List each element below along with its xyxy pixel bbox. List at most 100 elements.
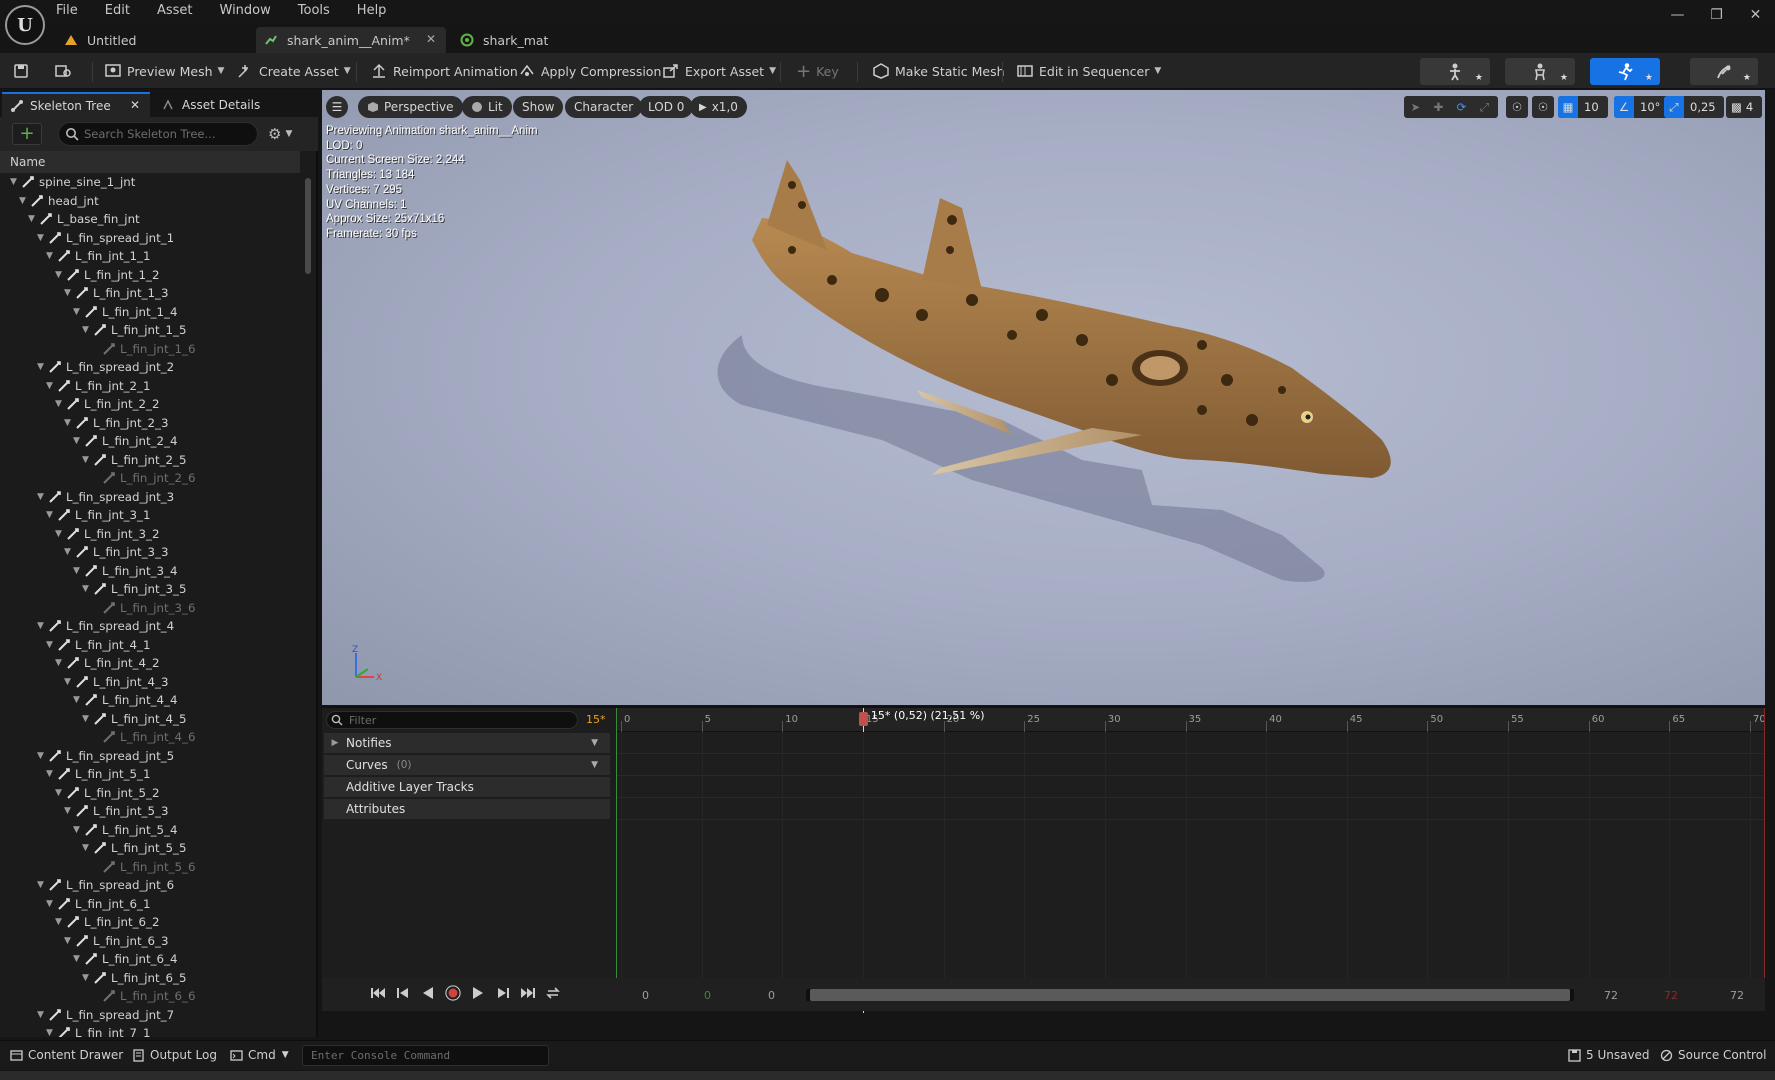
bone-tree-item[interactable]: L_fin_jnt_3_6 <box>0 599 303 618</box>
bone-tree-item[interactable]: ▼ L_fin_jnt_7_1 <box>0 1024 303 1037</box>
tab-shark-anim[interactable]: shark_anim__Anim* ✕ <box>256 27 446 53</box>
expand-arrow-icon[interactable]: ▼ <box>82 455 93 465</box>
bone-tree-item[interactable]: ▼ L_fin_spread_jnt_7 <box>0 1006 303 1025</box>
bone-tree-item[interactable]: ▼ L_fin_jnt_5_4 <box>0 821 303 840</box>
expand-arrow-icon[interactable]: ▼ <box>46 1028 57 1037</box>
expand-arrow-icon[interactable]: ▼ <box>37 492 48 502</box>
expand-arrow-icon[interactable]: ▼ <box>19 196 30 206</box>
expand-arrow-icon[interactable]: ▼ <box>64 677 75 687</box>
bone-tree-item[interactable]: ▼ L_fin_jnt_6_1 <box>0 895 303 914</box>
timeline-tracks-area[interactable]: 0 5 10 15 20 25 30 35 40 45 50 55 60 65 70 15* (0,52) … <box>616 708 1766 1013</box>
cmd-dropdown[interactable]: Cmd ▼ <box>230 1048 289 1062</box>
expand-arrow-icon[interactable]: ▼ <box>82 325 93 335</box>
bone-tree-item[interactable]: ▼ L_fin_jnt_3_4 <box>0 562 303 581</box>
expand-arrow-icon[interactable]: ▼ <box>82 843 93 853</box>
working-end-value[interactable]: 72 <box>1604 989 1618 1002</box>
expand-arrow-icon[interactable]: ▼ <box>64 418 75 428</box>
view-range-thumb[interactable] <box>810 989 1571 1001</box>
unreal-logo-icon[interactable]: U <box>5 5 45 45</box>
tab-asset-details[interactable]: Asset Details <box>156 92 306 117</box>
bone-tree-item[interactable]: ▼ L_fin_jnt_3_1 <box>0 506 303 525</box>
bone-tree-item[interactable]: ▼ L_fin_jnt_3_5 <box>0 580 303 599</box>
bone-tree-item[interactable]: ▼ L_fin_jnt_2_3 <box>0 414 303 433</box>
preview-viewport[interactable]: ☰ Perspective Lit Show Character LOD 0 ▶… <box>322 90 1765 705</box>
bone-tree-item[interactable]: ▼ L_fin_spread_jnt_6 <box>0 876 303 895</box>
create-asset-button[interactable]: Create Asset ▼ <box>236 59 351 83</box>
expand-arrow-icon[interactable]: ▼ <box>73 566 84 576</box>
bone-tree-item[interactable]: ▼ L_fin_jnt_1_5 <box>0 321 303 340</box>
rotation-snap-button[interactable]: ∠ 10° <box>1614 96 1670 118</box>
apply-compression-button[interactable]: Apply Compression <box>518 59 661 83</box>
move-icon[interactable]: ✚ <box>1427 100 1450 114</box>
bone-tree-item[interactable]: ▼ L_fin_jnt_6_5 <box>0 969 303 988</box>
bone-tree-item[interactable]: ▼ L_fin_jnt_4_4 <box>0 691 303 710</box>
bone-tree-item[interactable]: ▼ L_fin_jnt_2_5 <box>0 451 303 470</box>
output-log-button[interactable]: Output Log <box>132 1048 217 1062</box>
console-command-box[interactable] <box>302 1045 549 1066</box>
expand-arrow-icon[interactable]: ▼ <box>37 233 48 243</box>
chevron-down-icon[interactable]: ▼ <box>591 760 598 770</box>
tree-settings-button[interactable]: ⚙ ▼ <box>268 125 292 143</box>
unsaved-button[interactable]: 5 Unsaved <box>1568 1048 1650 1062</box>
character-button[interactable]: Character <box>565 96 643 118</box>
bone-tree-item[interactable]: ▼ L_base_fin_jnt <box>0 210 303 229</box>
bone-tree-item[interactable]: L_fin_jnt_1_6 <box>0 340 303 359</box>
playback-end-value[interactable]: 72 <box>1664 989 1678 1002</box>
tree-scrollbar[interactable] <box>305 178 311 274</box>
scale-icon[interactable]: ⤢ <box>1473 100 1496 115</box>
next-frame-button[interactable] <box>495 985 511 1001</box>
expand-arrow-icon[interactable]: ▼ <box>46 899 57 909</box>
expand-arrow-icon[interactable]: ▼ <box>55 270 66 280</box>
browse-asset-button[interactable] <box>54 59 77 83</box>
close-tab-icon[interactable]: ✕ <box>426 32 436 46</box>
select-icon[interactable]: ➤ <box>1404 100 1427 114</box>
record-button[interactable] <box>445 985 461 1001</box>
expand-arrow-icon[interactable]: ▼ <box>64 547 75 557</box>
close-tab-icon[interactable]: ✕ <box>130 98 140 112</box>
bone-tree-item[interactable]: ▼ L_fin_jnt_1_1 <box>0 247 303 266</box>
time-ruler[interactable]: 0 5 10 15 20 25 30 35 40 45 50 55 60 65 70 <box>616 708 1766 732</box>
grid-snap-button[interactable]: ▦ 10 <box>1558 96 1608 118</box>
content-drawer-button[interactable]: Content Drawer <box>10 1048 123 1062</box>
skeleton-mode-button[interactable]: ★ <box>1420 58 1490 85</box>
bone-tree-item[interactable]: L_fin_jnt_4_6 <box>0 728 303 747</box>
save-button[interactable] <box>12 59 35 83</box>
reimport-animation-button[interactable]: Reimport Animation <box>370 59 518 83</box>
rotate-icon[interactable]: ⟳ <box>1450 100 1473 114</box>
bone-tree-item[interactable]: ▼ L_fin_jnt_4_5 <box>0 710 303 729</box>
track-filter-input[interactable] <box>349 713 569 727</box>
bone-tree-item[interactable]: ▼ L_fin_spread_jnt_4 <box>0 617 303 636</box>
expand-arrow-icon[interactable]: ▼ <box>55 399 66 409</box>
play-button[interactable] <box>470 985 486 1001</box>
playhead-handle[interactable] <box>858 712 868 726</box>
expand-arrow-icon[interactable]: ▼ <box>82 714 93 724</box>
expand-arrow-icon[interactable]: ▼ <box>37 362 48 372</box>
track-curves[interactable]: Curves (0) ▼ <box>324 755 610 775</box>
expand-arrow-icon[interactable]: ▶ <box>324 738 346 748</box>
expand-arrow-icon[interactable]: ▼ <box>55 788 66 798</box>
track-filter-box[interactable] <box>326 711 578 729</box>
go-to-start-button[interactable] <box>370 985 386 1001</box>
preview-mesh-button[interactable]: Preview Mesh ▼ <box>104 59 224 83</box>
menu-edit[interactable]: Edit <box>105 0 130 22</box>
track-attributes[interactable]: Attributes <box>324 799 610 819</box>
skeleton-search-box[interactable] <box>58 122 258 146</box>
bone-tree-item[interactable]: ▼ L_fin_jnt_4_3 <box>0 673 303 692</box>
view-start-value[interactable]: 0 <box>642 989 649 1002</box>
perspective-button[interactable]: Perspective <box>358 96 463 118</box>
bone-tree-item[interactable]: ▼ L_fin_jnt_1_3 <box>0 284 303 303</box>
menu-file[interactable]: File <box>56 0 78 22</box>
expand-arrow-icon[interactable]: ▼ <box>10 177 21 187</box>
view-range-slider[interactable] <box>806 989 1574 1001</box>
lit-button[interactable]: Lit <box>462 96 512 118</box>
bone-tree-item[interactable]: ▼ L_fin_jnt_3_2 <box>0 525 303 544</box>
tab-shark-mat[interactable]: shark_mat <box>460 27 610 53</box>
bone-tree-item[interactable]: ▼ L_fin_jnt_6_3 <box>0 932 303 951</box>
skeleton-search-input[interactable] <box>84 127 254 141</box>
tab-skeleton-tree[interactable]: Skeleton Tree ✕ <box>2 92 150 117</box>
expand-arrow-icon[interactable]: ▼ <box>73 695 84 705</box>
expand-arrow-icon[interactable]: ▼ <box>73 436 84 446</box>
play-rate-button[interactable]: ▶ x1,0 <box>690 96 747 118</box>
expand-arrow-icon[interactable]: ▼ <box>82 973 93 983</box>
source-control-button[interactable]: Source Control <box>1660 1048 1766 1062</box>
